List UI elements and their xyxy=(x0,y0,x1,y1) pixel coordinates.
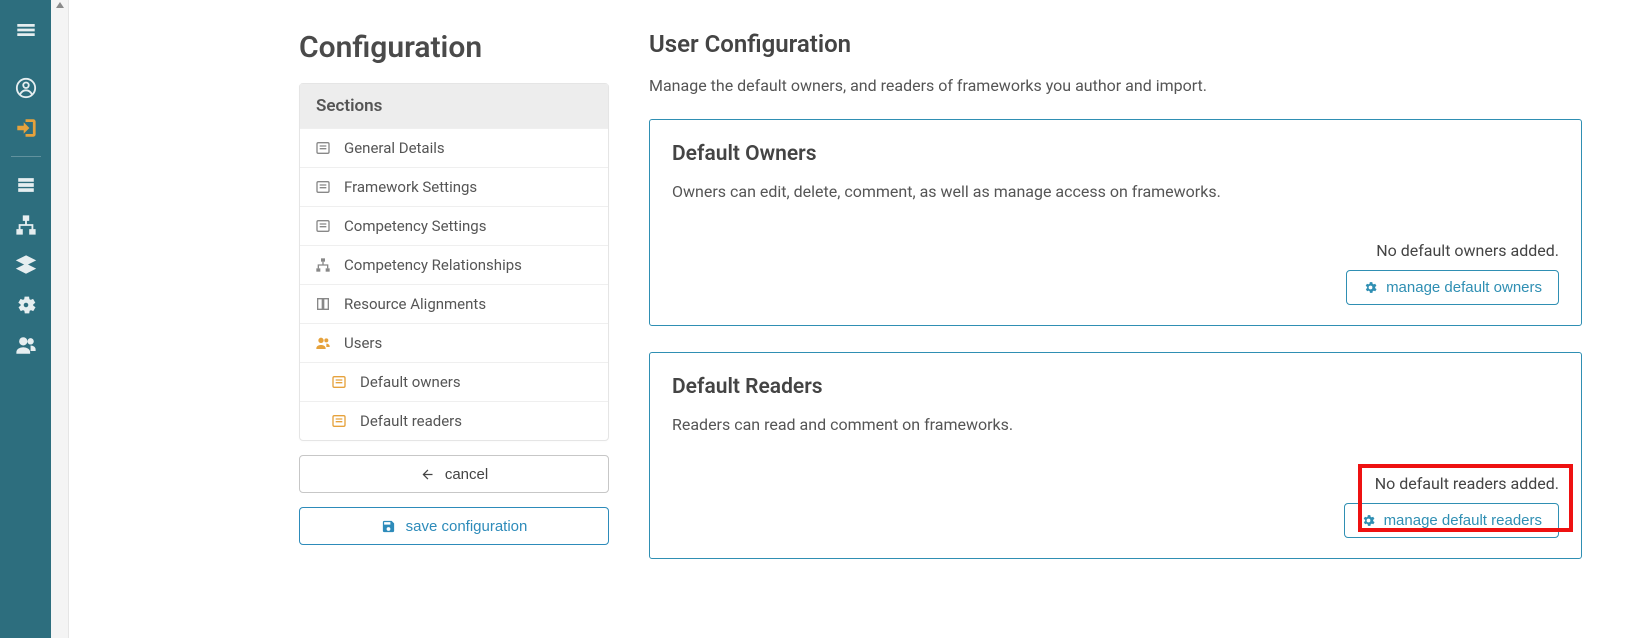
section-label: Default owners xyxy=(360,373,461,391)
section-label: Default readers xyxy=(360,412,462,430)
list-icon[interactable] xyxy=(0,165,51,205)
form-icon xyxy=(330,413,348,429)
section-label: Competency Settings xyxy=(344,217,486,235)
readers-title: Default Readers xyxy=(672,375,1559,399)
section-label: Competency Relationships xyxy=(344,256,522,274)
manage-owners-button[interactable]: manage default owners xyxy=(1346,270,1559,305)
scroll-up-arrow xyxy=(56,2,64,8)
section-framework-settings[interactable]: Framework Settings xyxy=(300,167,608,206)
section-label: Framework Settings xyxy=(344,178,477,196)
left-rail xyxy=(0,0,51,638)
form-icon xyxy=(314,179,332,195)
section-resource-alignments[interactable]: Resource Alignments xyxy=(300,284,608,323)
user-circle-icon[interactable] xyxy=(0,68,51,108)
cancel-button[interactable]: cancel xyxy=(299,455,609,493)
book-icon xyxy=(314,296,332,312)
readers-empty: No default readers added. xyxy=(1375,474,1559,493)
gear-icon xyxy=(1363,280,1378,295)
form-icon xyxy=(314,218,332,234)
section-competency-settings[interactable]: Competency Settings xyxy=(300,206,608,245)
logout-icon[interactable] xyxy=(0,108,51,148)
gear-icon xyxy=(1361,513,1376,528)
save-button[interactable]: save configuration xyxy=(299,507,609,545)
users-icon[interactable] xyxy=(0,325,51,365)
manage-owners-label: manage default owners xyxy=(1386,279,1542,296)
sitemap-icon xyxy=(314,257,332,273)
page-title: Configuration xyxy=(299,30,609,65)
owners-empty: No default owners added. xyxy=(1376,241,1559,260)
manage-readers-label: manage default readers xyxy=(1384,512,1542,529)
sections-list: General Details Framework Settings Compe… xyxy=(300,128,608,440)
scrollbar-gutter[interactable] xyxy=(51,0,69,638)
main-content: Configuration Sections General Details F… xyxy=(69,0,1652,638)
section-label: General Details xyxy=(344,139,445,157)
owners-desc: Owners can edit, delete, comment, as wel… xyxy=(672,182,1559,201)
layers-icon[interactable] xyxy=(0,245,51,285)
sections-panel: Sections General Details Framework Setti… xyxy=(299,83,609,441)
section-label: Users xyxy=(344,334,382,352)
default-owners-card: Default Owners Owners can edit, delete, … xyxy=(649,119,1582,326)
subsection-default-owners[interactable]: Default owners xyxy=(300,362,608,401)
owners-title: Default Owners xyxy=(672,142,1559,166)
content-subtitle: Manage the default owners, and readers o… xyxy=(649,76,1582,95)
section-users[interactable]: Users xyxy=(300,323,608,362)
readers-desc: Readers can read and comment on framewor… xyxy=(672,415,1559,434)
hamburger-icon[interactable] xyxy=(0,10,51,50)
form-icon xyxy=(330,374,348,390)
rail-separator xyxy=(11,156,41,157)
default-readers-card: Default Readers Readers can read and com… xyxy=(649,352,1582,559)
cancel-label: cancel xyxy=(445,466,488,483)
save-icon xyxy=(381,519,396,534)
save-label: save configuration xyxy=(406,518,528,535)
section-competency-relationships[interactable]: Competency Relationships xyxy=(300,245,608,284)
content-title: User Configuration xyxy=(649,30,1582,58)
section-general-details[interactable]: General Details xyxy=(300,128,608,167)
section-label: Resource Alignments xyxy=(344,295,486,313)
users-icon xyxy=(314,335,332,351)
sections-header: Sections xyxy=(300,84,608,128)
form-icon xyxy=(314,140,332,156)
subsection-default-readers[interactable]: Default readers xyxy=(300,401,608,440)
gear-icon[interactable] xyxy=(0,285,51,325)
manage-readers-button[interactable]: manage default readers xyxy=(1344,503,1559,538)
arrow-left-icon xyxy=(420,467,435,482)
sitemap-icon[interactable] xyxy=(0,205,51,245)
